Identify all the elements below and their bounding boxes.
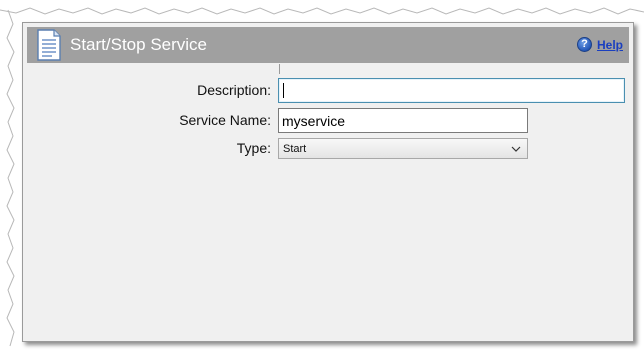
text-caret: [283, 83, 284, 98]
help-link[interactable]: Help: [597, 38, 623, 52]
page-title: Start/Stop Service: [70, 35, 208, 54]
screenshot-canvas: Start/Stop Service ? Help Description: S…: [0, 0, 644, 353]
service-panel: Start/Stop Service ? Help Description: S…: [22, 22, 634, 342]
description-label: Description:: [197, 82, 271, 98]
type-label: Type:: [236, 140, 271, 156]
document-icon: [37, 29, 61, 61]
help-question-icon[interactable]: ?: [576, 37, 592, 52]
torn-edge-top: [0, 0, 644, 15]
service-name-label: Service Name:: [179, 112, 271, 128]
type-selected-value: Start: [283, 143, 307, 155]
panel-header: Start/Stop Service ? Help: [27, 27, 629, 63]
service-name-input[interactable]: [278, 108, 528, 133]
help-button[interactable]: ? Help: [576, 37, 623, 52]
torn-edge-left: [6, 9, 15, 347]
chevron-down-icon[interactable]: [510, 143, 522, 155]
type-dropdown[interactable]: Start: [278, 138, 528, 159]
header-divider: [279, 64, 280, 74]
description-input[interactable]: [278, 78, 625, 103]
